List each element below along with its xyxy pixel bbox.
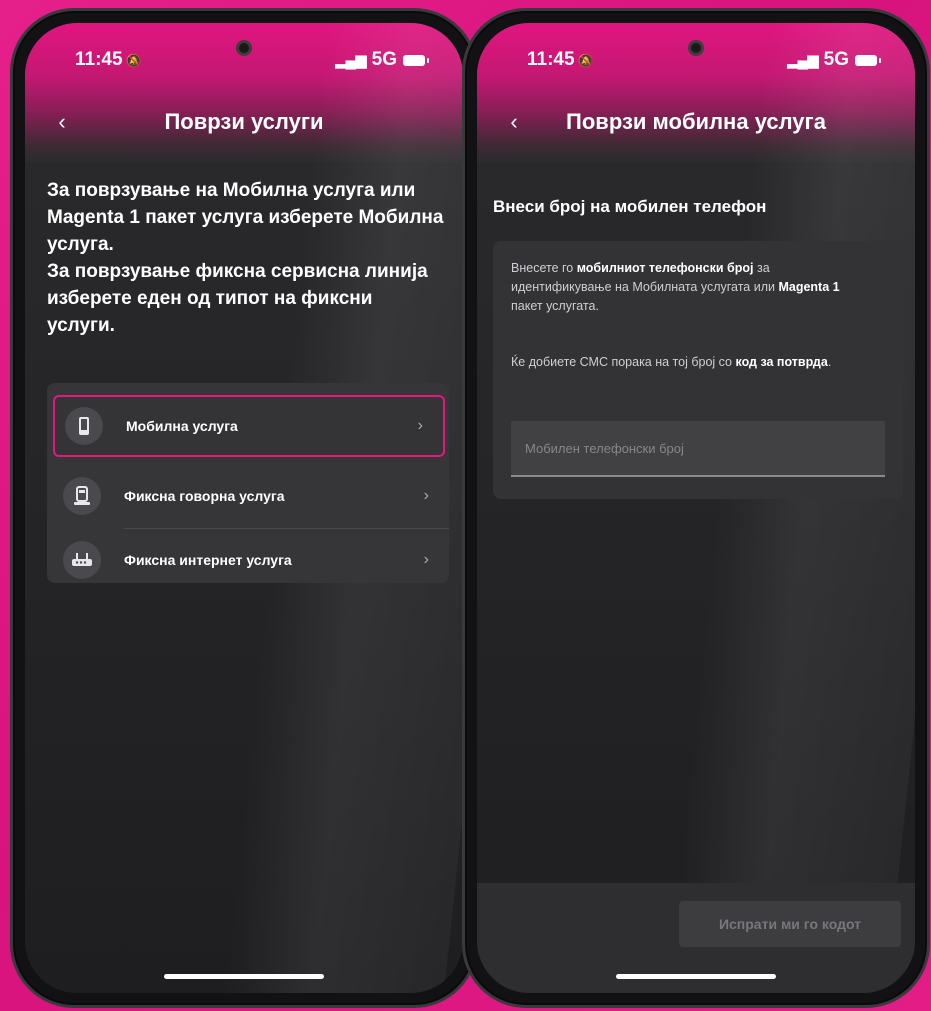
- screen-connect-mobile: 11:45 🔕 ▂▄▆ 5G ‹ Поврзи мобилна услуга Вн…: [477, 23, 915, 993]
- home-indicator[interactable]: [164, 974, 324, 979]
- service-label-mobile: Мобилна услуга: [126, 418, 238, 434]
- page-title: Поврзи услуги: [164, 109, 324, 134]
- info-card: Внесете го мобилниот телефонски број за …: [493, 241, 903, 499]
- nav-bar: ‹ Поврзи услуги: [25, 105, 463, 145]
- chevron-right-icon: ›: [417, 417, 423, 434]
- chevron-right-icon: ›: [423, 487, 429, 504]
- send-code-button[interactable]: Испрати ми го кодот: [679, 901, 901, 947]
- status-bar: 11:45 🔕 ▂▄▆ 5G: [25, 45, 463, 75]
- page-title: Поврзи мобилна услуга: [566, 109, 826, 134]
- bell-muted-icon: 🔕: [577, 53, 594, 68]
- network-label: 5G: [371, 49, 397, 70]
- service-label-internet: Фиксна интернет услуга: [124, 552, 292, 568]
- intro-text: За поврзување на Мобилна услуга или Mage…: [47, 177, 445, 339]
- bell-muted-icon: 🔕: [125, 53, 142, 68]
- chevron-right-icon: ›: [423, 551, 429, 568]
- services-list: Мобилна услуга › Фиксна говорна услуга ›…: [47, 383, 449, 583]
- screen-glare: [666, 23, 915, 993]
- signal-icon: ▂▄▆: [334, 52, 367, 69]
- nav-bar: ‹ Поврзи мобилна услуга: [477, 105, 915, 145]
- mobile-number-input[interactable]: [511, 421, 885, 477]
- router-icon: [63, 541, 101, 579]
- battery-icon: [855, 54, 881, 66]
- status-time: 11:45 🔕: [75, 49, 142, 70]
- battery-icon: [403, 54, 429, 66]
- network-label: 5G: [823, 49, 849, 70]
- service-item-mobile[interactable]: Мобилна услуга ›: [53, 395, 445, 457]
- service-item-internet[interactable]: Фиксна интернет услуга ›: [47, 529, 449, 591]
- phone-frame-right: 11:45 🔕 ▂▄▆ 5G ‹ Поврзи мобилна услуга Вн…: [462, 8, 930, 1008]
- intro-mobile-text: За поврзување на Мобилна услуга или Mage…: [47, 180, 444, 255]
- status-time: 11:45 🔕: [527, 49, 594, 70]
- home-indicator[interactable]: [616, 974, 776, 979]
- screen-connect-services: 11:45 🔕 ▂▄▆ 5G ‹ Поврзи услуги За поврзув…: [25, 23, 463, 993]
- mobile-phone-icon: [65, 407, 103, 445]
- info-sms-text: Ќе добиете СМС порака на тој број со код…: [511, 355, 832, 369]
- landline-phone-icon: [63, 477, 101, 515]
- section-title: Внеси број на мобилен телефон: [493, 197, 767, 216]
- status-bar: 11:45 🔕 ▂▄▆ 5G: [477, 45, 915, 75]
- phone-frame-left: 11:45 🔕 ▂▄▆ 5G ‹ Поврзи услуги За поврзув…: [10, 8, 478, 1008]
- service-item-landline[interactable]: Фиксна говорна услуга ›: [47, 465, 449, 527]
- info-identify-text: Внесете го мобилниот телефонски број за …: [511, 261, 840, 313]
- service-label-landline: Фиксна говорна услуга: [124, 488, 285, 504]
- signal-icon: ▂▄▆: [786, 52, 819, 69]
- intro-fixed-text: За поврзување фиксна сервисна линија изб…: [47, 261, 428, 336]
